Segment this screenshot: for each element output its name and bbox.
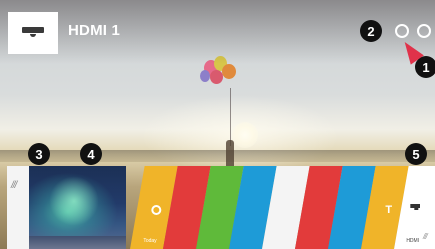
sun (232, 122, 258, 148)
treeline (0, 150, 435, 162)
balloon-string (230, 88, 231, 146)
callout-3: 3 (28, 143, 50, 165)
tile-label-today: Today (143, 238, 157, 244)
more-icon: /// (423, 232, 428, 241)
top-bar: HDMI 1 2 1 (0, 0, 435, 78)
tv-input-icon (22, 25, 44, 41)
input-source-button[interactable] (8, 12, 58, 54)
medal-icon (151, 205, 162, 215)
callout-4: 4 (80, 143, 102, 165)
current-input-title: HDMI 1 (68, 22, 121, 39)
more-button[interactable]: /// (420, 166, 435, 249)
recent-button[interactable]: /// (7, 166, 29, 249)
recent-icon: /// (11, 180, 17, 191)
antenna-icon: T (385, 204, 393, 216)
search-icon[interactable] (395, 24, 409, 38)
recent-preview-tile[interactable] (29, 166, 126, 249)
callout-2: 2 (360, 20, 382, 42)
launcher-bar: /// Today T HDMI 1 /// (0, 166, 435, 249)
callout-5: 5 (405, 143, 427, 165)
settings-icon[interactable] (417, 24, 431, 38)
